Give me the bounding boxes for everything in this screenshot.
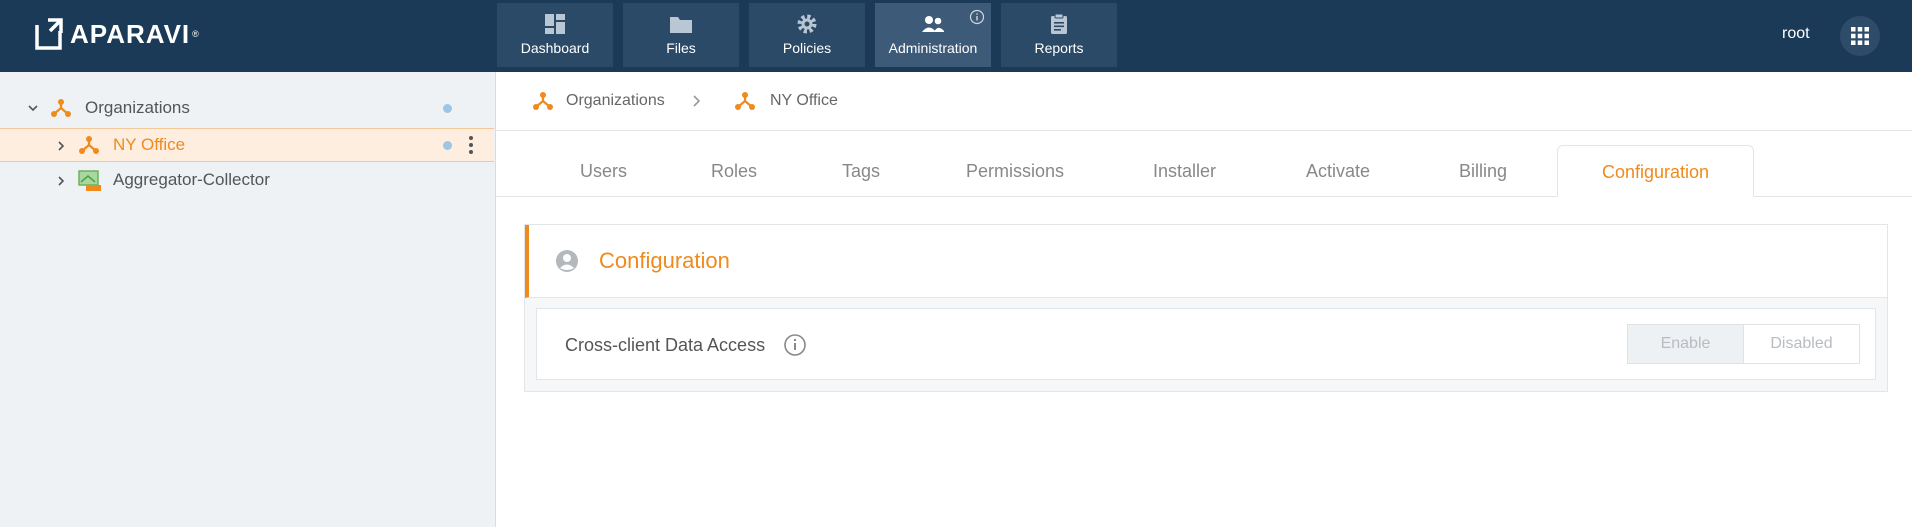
tree-item-organizations[interactable]: Organizations (0, 91, 494, 125)
nav-administration[interactable]: Administration (875, 3, 991, 67)
tree-item-label: Aggregator-Collector (113, 170, 270, 189)
nav-files[interactable]: Files (623, 3, 739, 67)
panel-header: Configuration (525, 225, 1887, 298)
breadcrumb: Organizations NY Office (496, 72, 1912, 131)
grid-icon (1851, 27, 1869, 45)
nav-dashboard[interactable]: Dashboard (497, 3, 613, 67)
organization-icon (533, 92, 553, 110)
account-circle-icon (556, 250, 578, 272)
nav-dashboard-label: Dashboard (520, 40, 590, 56)
clipboard-icon (1051, 13, 1067, 34)
configuration-panel: Configuration Cross-client Data Access E… (524, 224, 1888, 392)
tree-item-label: Organizations (85, 98, 190, 117)
aggregator-collector-icon (78, 170, 101, 191)
tab-roles[interactable]: Roles (711, 161, 757, 182)
chevron-down-icon[interactable] (27, 103, 39, 113)
status-dot (443, 141, 452, 150)
status-dot (443, 104, 452, 113)
nav-administration-label: Administration (888, 40, 978, 56)
info-icon[interactable] (969, 9, 985, 25)
people-icon (922, 16, 944, 32)
enable-button[interactable]: Enable (1627, 324, 1744, 364)
tree-item-label: NY Office (113, 135, 186, 154)
organization-icon (79, 136, 99, 154)
nav-policies-label: Policies (782, 40, 832, 56)
tab-bar: Users Roles Tags Permissions Installer A… (496, 131, 1912, 197)
folder-icon (670, 17, 692, 33)
chevron-right-icon[interactable] (56, 175, 66, 187)
brand-name: APARAVI (70, 18, 191, 49)
tab-users[interactable]: Users (580, 161, 627, 182)
tree-item-ny-office[interactable]: NY Office (0, 128, 494, 162)
breadcrumb-item[interactable]: Organizations (566, 92, 665, 110)
tab-tags[interactable]: Tags (842, 161, 880, 182)
tree-item-aggregator-collector[interactable]: Aggregator-Collector (0, 164, 494, 198)
tab-permissions[interactable]: Permissions (966, 161, 1064, 182)
tab-installer[interactable]: Installer (1153, 161, 1216, 182)
chevron-right-icon (693, 95, 701, 107)
user-name[interactable]: root (1782, 25, 1810, 43)
app-launcher-button[interactable] (1840, 16, 1880, 56)
chevron-right-icon[interactable] (56, 140, 66, 152)
top-navigation-bar: APARAVI ® Dashboard Files Policies Admini… (0, 0, 1912, 72)
nav-policies[interactable]: Policies (749, 3, 865, 67)
brand-registered-mark: ® (192, 29, 199, 39)
nav-reports[interactable]: Reports (1001, 3, 1117, 67)
disabled-button[interactable]: Disabled (1743, 324, 1860, 364)
aparavi-logo[interactable]: APARAVI ® (34, 16, 199, 52)
organization-icon (51, 99, 71, 117)
more-options-icon[interactable] (468, 135, 474, 155)
sidebar-tree: Organizations NY Office Aggregator-Colle… (0, 72, 496, 527)
info-icon[interactable] (783, 333, 807, 357)
tab-activate[interactable]: Activate (1306, 161, 1370, 182)
gear-icon (797, 14, 817, 34)
cross-client-data-access-row: Cross-client Data Access Enable Disabled (536, 308, 1876, 380)
panel-body: Cross-client Data Access Enable Disabled (525, 298, 1887, 391)
organization-icon (735, 92, 755, 110)
tab-configuration[interactable]: Configuration (1557, 145, 1754, 197)
dashboard-icon (545, 14, 565, 34)
breadcrumb-item[interactable]: NY Office (770, 92, 838, 110)
panel-title: Configuration (599, 248, 730, 273)
tab-billing[interactable]: Billing (1459, 161, 1507, 182)
setting-label: Cross-client Data Access (565, 335, 766, 355)
nav-files-label: Files (666, 40, 696, 56)
logo-mark-icon (35, 18, 63, 50)
nav-reports-label: Reports (1034, 40, 1084, 56)
